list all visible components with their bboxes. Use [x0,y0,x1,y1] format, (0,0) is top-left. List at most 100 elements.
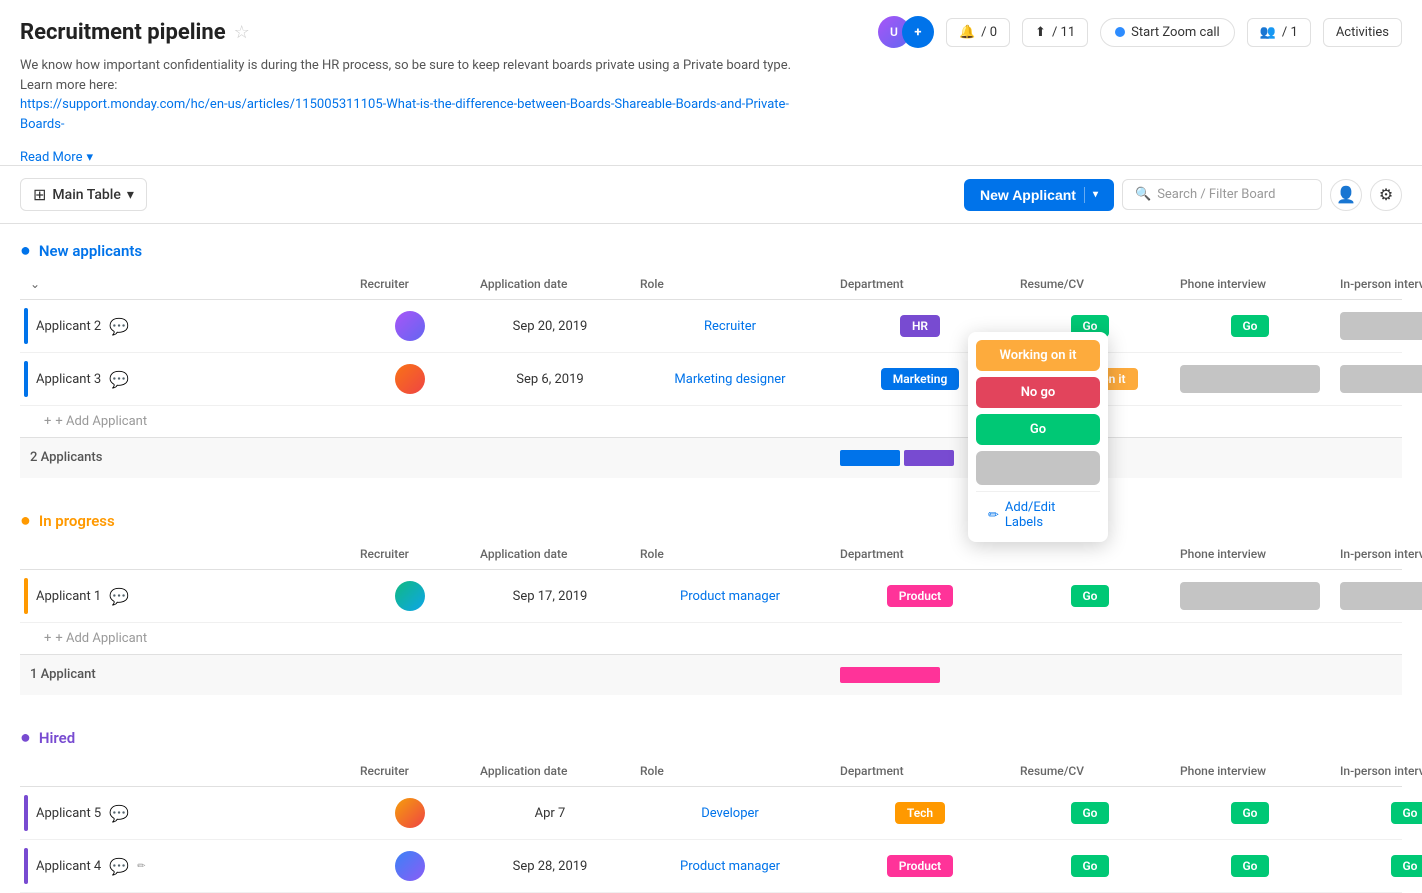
comment-icon[interactable]: 💬 [109,857,129,876]
page-header: Recruitment pipeline ☆ U + 🔔 / 0 ⬆ / 11 … [0,0,1422,166]
status-badge[interactable]: Go [1071,585,1110,607]
status-badge[interactable]: Go [1231,315,1270,337]
dropdown-item-nogo[interactable]: No go [976,377,1100,408]
dept-badge[interactable]: Product [887,855,953,877]
plus-icon: + [44,631,51,646]
dropdown-item-empty[interactable] [976,451,1100,485]
status-badge[interactable]: Go [1231,855,1270,877]
row-indicator [24,308,28,344]
role-link[interactable]: Product manager [680,859,780,874]
col-role: Role [630,539,830,569]
star-icon[interactable]: ☆ [234,22,250,43]
desc-line1: We know how important confidentiality is… [20,58,760,73]
group-collapse-icon[interactable]: ● [20,727,31,748]
support-link[interactable]: https://support.monday.com/hc/en-us/arti… [20,97,789,132]
toolbar: ⊞ Main Table ▾ New Applicant ▾ 🔍 Search … [0,166,1422,224]
search-placeholder: Search / Filter Board [1157,187,1275,202]
table-area: ● New applicants ⌄ Recruiter Application… [0,224,1422,893]
dept-badge[interactable]: HR [900,315,940,337]
main-table-button[interactable]: ⊞ Main Table ▾ [20,178,147,211]
col-resume: Resume/CV [1010,756,1170,786]
row-name: Applicant 5 [36,806,101,821]
updates-button[interactable]: ⬆ / 11 [1022,18,1088,47]
cell-recruiter [350,847,470,885]
cell-resume: Go [1010,851,1170,881]
bell-icon: 🔔 [959,25,975,40]
role-link[interactable]: Marketing designer [674,372,785,387]
dropdown-item-go[interactable]: Go [976,414,1100,445]
group-collapse-icon[interactable]: ● [20,510,31,531]
cell-role: Marketing designer [630,368,830,391]
bar-segment [904,450,954,466]
new-applicant-button[interactable]: New Applicant ▾ [964,179,1114,211]
avatar [395,364,425,394]
read-more-button[interactable]: Read More ▾ [20,150,93,165]
col-app-date: Application date [470,269,630,299]
row-name: Applicant 1 [36,589,101,604]
status-badge[interactable] [1340,365,1422,393]
role-link[interactable]: Product manager [680,589,780,604]
row-indicator [24,848,28,884]
avatar [395,581,425,611]
add-applicant-button[interactable]: + + Add Applicant [20,406,1402,437]
row-indicator [24,361,28,397]
status-badge[interactable]: Go [1071,855,1110,877]
search-box[interactable]: 🔍 Search / Filter Board [1122,179,1322,210]
column-headers-hired: Recruiter Application date Role Departme… [20,756,1402,787]
settings-button[interactable]: ⚙ [1370,179,1402,211]
dropdown-item-working[interactable]: Working on it [976,340,1100,371]
cell-recruiter [350,794,470,832]
cell-date: Apr 7 [470,802,630,825]
add-applicant-label: + Add Applicant [55,631,147,646]
col-recruiter: Recruiter [350,269,470,299]
group-title-hired: Hired [39,729,75,747]
chevron-down-icon: ▾ [127,187,134,203]
status-badge[interactable]: Go [1391,802,1422,824]
add-edit-labels-button[interactable]: ✏ Add/Edit Labels [976,491,1100,534]
group-header-new-applicants: ● New applicants [20,224,1402,269]
dept-badge[interactable]: Tech [895,802,945,824]
role-link[interactable]: Developer [701,806,759,821]
col-recruiter: Recruiter [350,756,470,786]
comment-icon[interactable]: 💬 [109,317,129,336]
toolbar-left: ⊞ Main Table ▾ [20,178,147,211]
cell-recruiter [350,360,470,398]
person-circle-icon: 👤 [1336,185,1356,204]
dept-badge[interactable]: Marketing [881,368,960,390]
table-row: Applicant 2 💬 Sep 20, 2019 Recruiter HR … [20,300,1402,353]
status-badge[interactable] [1340,582,1422,610]
new-applicant-label: New Applicant [980,187,1076,203]
cell-recruiter [350,577,470,615]
expand-icon[interactable]: ⌄ [30,277,40,291]
persons-button[interactable]: 👥 / 1 [1247,18,1311,47]
cell-inperson: Go [1330,798,1422,828]
activities-button[interactable]: Activities [1323,18,1402,47]
cell-phone: Go [1170,798,1330,828]
cell-resume: Go [1010,798,1170,828]
status-badge[interactable] [1340,312,1422,340]
row-name-cell: Applicant 5 💬 [20,787,350,839]
comment-icon[interactable]: 💬 [109,804,129,823]
zoom-call-button[interactable]: Start Zoom call [1100,18,1235,47]
status-badge[interactable]: Go [1071,802,1110,824]
person-circle-button[interactable]: 👤 [1330,179,1362,211]
avatar [395,851,425,881]
dept-badge[interactable]: Product [887,585,953,607]
comment-icon[interactable]: 💬 [109,370,129,389]
persons-icon: 👥 [1260,25,1276,40]
status-badge[interactable] [1180,582,1320,610]
status-badge[interactable]: Go [1391,855,1422,877]
role-link[interactable]: Recruiter [704,319,756,334]
status-badge[interactable]: Go [1231,802,1270,824]
group-collapse-icon[interactable]: ● [20,240,31,261]
read-more-label: Read More [20,150,82,165]
row-indicator [24,578,28,614]
col-department: Department [830,269,1010,299]
status-badge[interactable] [1180,365,1320,393]
cell-phone: Go [1170,851,1330,881]
updates-count: / 11 [1052,25,1075,40]
comment-icon[interactable]: 💬 [109,587,129,606]
cell-resume: Go [1010,581,1170,611]
add-applicant-button[interactable]: + + Add Applicant [20,623,1402,654]
notifications-button[interactable]: 🔔 / 0 [946,18,1010,47]
